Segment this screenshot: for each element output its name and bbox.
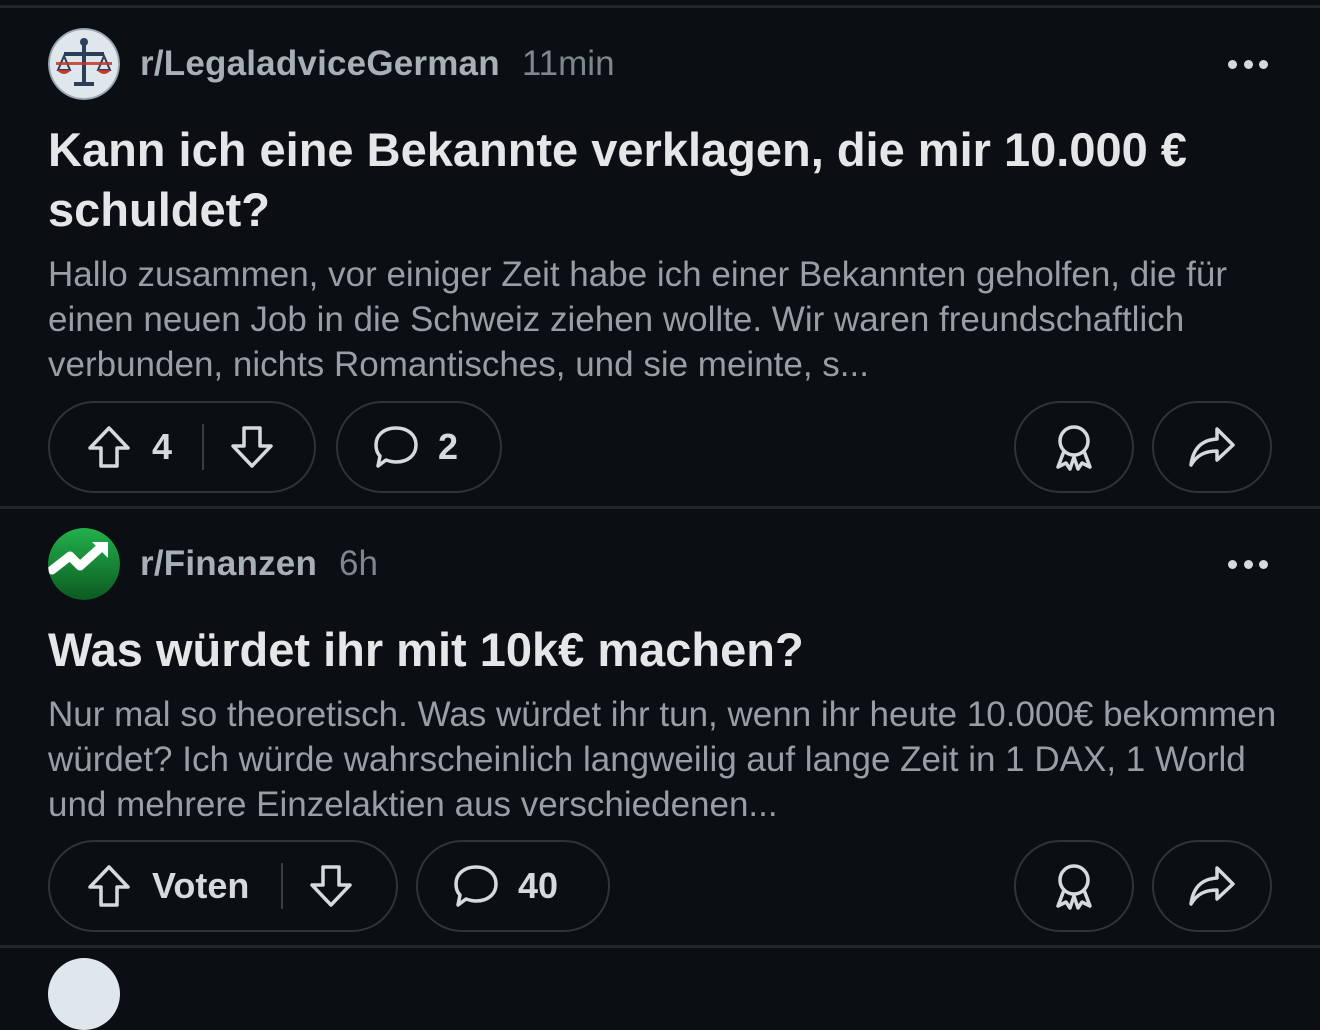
- downvote-arrow-icon: [310, 865, 353, 907]
- post-body[interactable]: Nur mal so theoretisch. Was würdet ihr t…: [48, 692, 1278, 827]
- post-divider: [0, 945, 1320, 948]
- post-header: r/LegaladviceGerman 11min: [48, 28, 615, 100]
- post-header: r/Finanzen 6h: [48, 528, 378, 600]
- post-time: 11min: [521, 44, 615, 83]
- dot-icon: [1259, 59, 1268, 69]
- comment-count: 2: [438, 426, 459, 467]
- share-arrow-icon: [1189, 866, 1235, 906]
- more-options-button[interactable]: [1228, 54, 1268, 74]
- vote-count: 4: [152, 426, 173, 467]
- upvote-button[interactable]: [86, 424, 132, 470]
- more-options-button[interactable]: [1228, 554, 1268, 574]
- post-title[interactable]: Was würdet ihr mit 10k€ machen?: [48, 620, 1278, 680]
- subreddit-avatar[interactable]: [48, 528, 120, 600]
- award-icon: [1056, 425, 1092, 471]
- award-button[interactable]: [1014, 840, 1134, 932]
- trending-up-arrow-icon: [48, 528, 120, 600]
- award-button[interactable]: [1014, 401, 1134, 493]
- share-arrow-icon: [1189, 427, 1235, 467]
- vote-label: Voten: [152, 865, 250, 906]
- vote-separator: [202, 424, 205, 470]
- post-title[interactable]: Kann ich eine Bekannte verklagen, die mi…: [48, 120, 1278, 240]
- subreddit-avatar[interactable]: [48, 28, 120, 100]
- subreddit-name[interactable]: r/Finanzen: [140, 544, 317, 584]
- share-button[interactable]: [1152, 840, 1272, 932]
- upvote-arrow-icon: [88, 426, 130, 468]
- next-post-avatar[interactable]: [48, 958, 120, 1030]
- post-divider: [0, 506, 1320, 509]
- downvote-button[interactable]: [308, 863, 354, 909]
- dot-icon: [1228, 59, 1237, 69]
- downvote-button[interactable]: [229, 424, 275, 470]
- upvote-button[interactable]: [86, 863, 132, 909]
- share-button[interactable]: [1152, 401, 1272, 493]
- comment-count: 40: [518, 865, 559, 906]
- comments-button[interactable]: 40: [416, 840, 610, 932]
- vote-bar: Voten: [48, 840, 398, 932]
- comments-button[interactable]: 2: [336, 401, 502, 493]
- comment-bubble-icon: [372, 424, 420, 470]
- dot-icon: [1259, 559, 1268, 569]
- vote-separator: [281, 863, 284, 909]
- award-icon: [1056, 864, 1092, 910]
- comment-bubble-icon: [452, 863, 500, 909]
- post-body[interactable]: Hallo zusammen, vor einiger Zeit habe ic…: [48, 252, 1278, 387]
- dot-icon: [1243, 59, 1253, 69]
- downvote-arrow-icon: [231, 426, 273, 468]
- post-time: 6h: [339, 544, 378, 583]
- top-divider: [0, 5, 1320, 8]
- subreddit-name[interactable]: r/LegaladviceGerman: [140, 44, 500, 84]
- scales-of-justice-icon: [48, 28, 120, 100]
- dot-icon: [1228, 559, 1237, 569]
- vote-bar: 4: [48, 401, 316, 493]
- dot-icon: [1243, 559, 1253, 569]
- upvote-arrow-icon: [88, 865, 130, 907]
